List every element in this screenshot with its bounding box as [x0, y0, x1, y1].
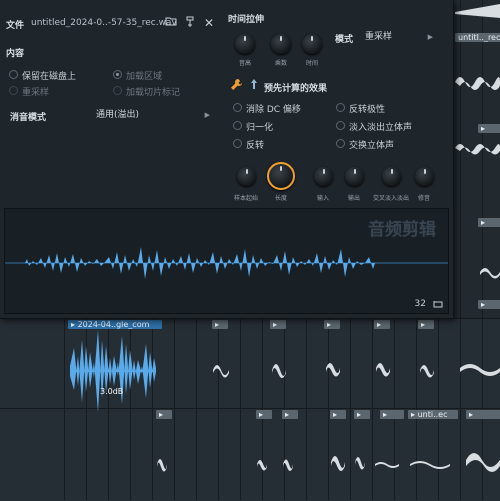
- reverse-polarity-radio[interactable]: [336, 103, 345, 112]
- load-slice-markers-radio[interactable]: [113, 86, 122, 95]
- output-knob[interactable]: [345, 167, 364, 186]
- time-knob-label: 时间: [305, 60, 318, 67]
- load-region-label: 加载区域: [126, 72, 163, 82]
- reverse-polarity-label: 反转极性: [349, 105, 386, 115]
- keep-on-disk-radio[interactable]: [9, 70, 18, 79]
- trim-knob[interactable]: [415, 167, 434, 186]
- crossfade-knob[interactable]: [382, 167, 401, 186]
- declick-mode-label: 消音模式: [10, 113, 47, 123]
- open-folder-icon[interactable]: [164, 16, 178, 30]
- remove-dc-offset-label: 消除 DC 偏移: [246, 105, 301, 115]
- stretch-mode-dropdown[interactable]: 重采样 ▶: [361, 30, 437, 44]
- reverse-radio[interactable]: [233, 139, 242, 148]
- swap-stereo-label: 交换立体声: [349, 141, 395, 151]
- locate-file-icon[interactable]: [184, 16, 198, 30]
- arrow-up-icon[interactable]: [247, 78, 261, 92]
- time-stretch-label: 时间拉伸: [228, 15, 265, 25]
- pitch-knob[interactable]: [235, 34, 255, 54]
- file-label: 文件: [6, 21, 25, 31]
- sample-start-knob[interactable]: [237, 167, 256, 186]
- main-waveform: [5, 247, 448, 279]
- length-knob[interactable]: [267, 162, 295, 190]
- close-icon[interactable]: ✕: [202, 16, 216, 30]
- reverse-label: 反转: [246, 141, 265, 151]
- zoom-counter: 32: [414, 299, 426, 309]
- input-knob[interactable]: [314, 167, 333, 186]
- precomputed-effects-title: 预先计算的效果: [264, 84, 328, 94]
- declick-mode-dropdown[interactable]: 通用(溢出) ▶: [92, 108, 214, 122]
- time-knob[interactable]: [302, 34, 322, 54]
- keep-on-disk-label: 保留在磁盘上: [22, 72, 77, 82]
- mode-label: 模式: [335, 35, 354, 45]
- fade-stereo-radio[interactable]: [336, 121, 345, 130]
- resample-label: 重采样: [22, 88, 50, 98]
- remove-dc-offset-radio[interactable]: [233, 103, 242, 112]
- length-label: 长度: [274, 195, 287, 202]
- normalize-radio[interactable]: [233, 121, 242, 130]
- normalize-label: 归一化: [246, 123, 274, 133]
- pitch-knob-label: 音高: [238, 60, 251, 67]
- waveform-editor[interactable]: 音频剪辑 32: [4, 208, 449, 314]
- fade-stereo-label: 淡入淡出立体声: [349, 123, 413, 133]
- gain-readout: 3.0dB: [100, 387, 124, 396]
- audio-clip-window: 文件 untitled_2024-0..-57-35_rec.wav ✕ 内容 …: [0, 0, 454, 319]
- load-region-radio[interactable]: [113, 70, 122, 79]
- multiplier-knob[interactable]: [271, 34, 291, 54]
- loop-icon[interactable]: [432, 299, 444, 311]
- load-slice-markers-label: 加载切片标记: [126, 88, 181, 98]
- swap-stereo-radio[interactable]: [336, 139, 345, 148]
- sample-start-label: 样本起始: [233, 195, 258, 202]
- resample-radio[interactable]: [9, 86, 18, 95]
- wrench-icon[interactable]: [229, 78, 243, 92]
- content-section-label: 内容: [6, 49, 25, 59]
- output-label: 输出: [347, 195, 360, 202]
- file-name[interactable]: untitled_2024-0..-57-35_rec.wav: [31, 18, 177, 28]
- trim-label: 修音: [417, 195, 430, 202]
